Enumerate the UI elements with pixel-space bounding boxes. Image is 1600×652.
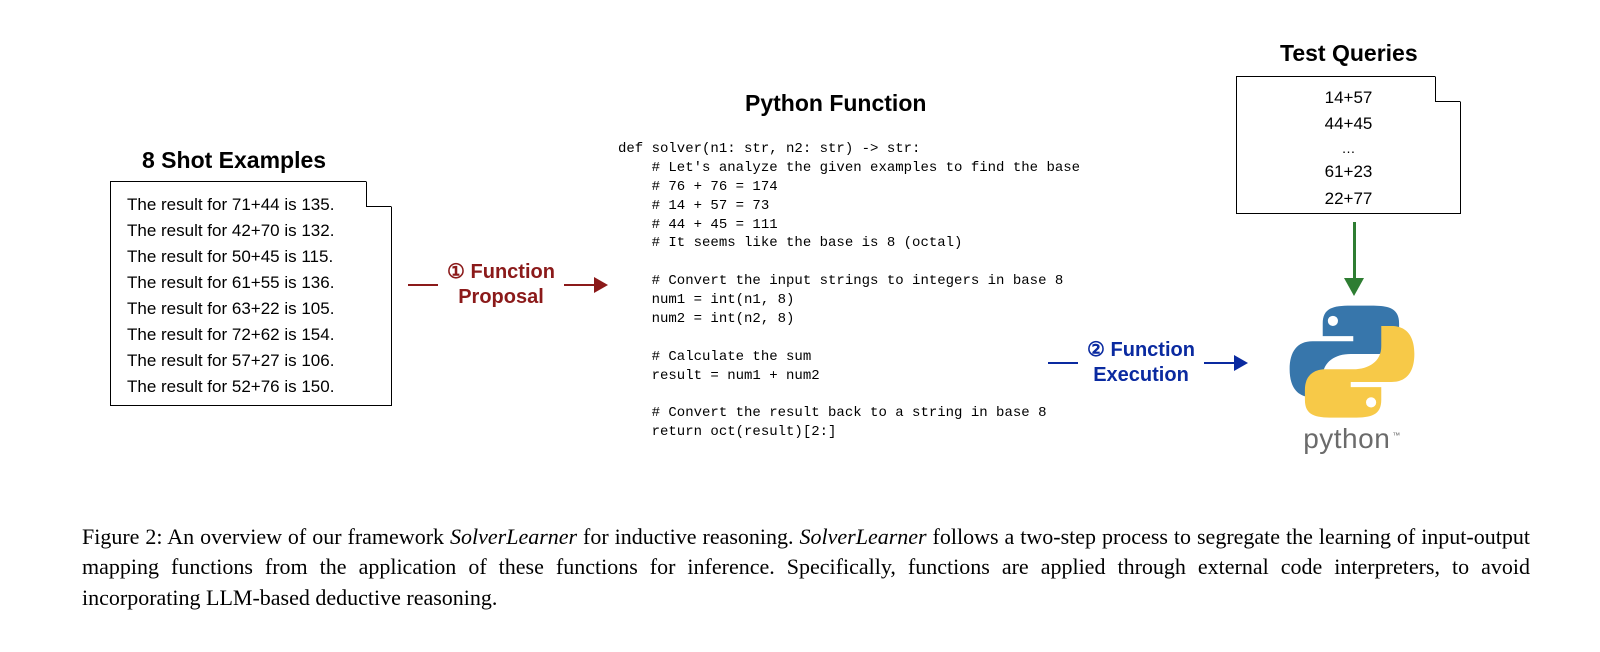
title-python-function: Python Function: [745, 90, 926, 117]
python-logo: python™: [1282, 298, 1422, 455]
paper-fold-icon: [1435, 76, 1461, 102]
shot-line: The result for 63+22 is 105.: [127, 296, 375, 322]
code-line: # Calculate the sum: [618, 349, 811, 365]
tq-line: 44+45: [1253, 111, 1444, 137]
arrow-down-icon: [1344, 222, 1364, 296]
code-line: # 76 + 76 = 174: [618, 179, 778, 195]
code-line: # 44 + 45 = 111: [618, 217, 778, 233]
title-test-queries: Test Queries: [1280, 40, 1418, 67]
shot-line: The result for 61+55 is 136.: [127, 270, 375, 296]
code-line: # 14 + 57 = 73: [618, 198, 769, 214]
tq-line: 14+57: [1253, 85, 1444, 111]
arrow-func-prop-l1: Function: [471, 261, 555, 283]
code-line: num1 = int(n1, 8): [618, 292, 794, 308]
arrow-func-prop-num: ①: [447, 261, 465, 283]
code-line: # It seems like the base is 8 (octal): [618, 235, 962, 251]
tq-line: 22+77: [1253, 186, 1444, 212]
code-line: # Convert the input strings to integers …: [618, 273, 1063, 289]
shot-line: The result for 42+70 is 132.: [127, 218, 375, 244]
code-line: # Let's analyze the given examples to fi…: [618, 160, 1080, 176]
figure-canvas: 8 Shot Examples Python Function Test Que…: [0, 0, 1600, 652]
code-line: def solver(n1: str, n2: str) -> str:: [618, 141, 920, 157]
arrow-function-proposal: ① Function Proposal: [408, 260, 608, 310]
code-line: return oct(result)[2:]: [618, 424, 836, 440]
arrow-func-prop-l2: Proposal: [458, 286, 544, 308]
arrow-function-execution: ② Function Execution: [1048, 338, 1248, 388]
shot-line: The result for 72+62 is 154.: [127, 322, 375, 348]
code-line: # Convert the result back to a string in…: [618, 405, 1046, 421]
shot-line: The result for 50+45 is 115.: [127, 244, 375, 270]
code-line: result = num1 + num2: [618, 368, 820, 384]
python-code-block: def solver(n1: str, n2: str) -> str: # L…: [618, 140, 1128, 442]
python-label: python: [1303, 423, 1390, 454]
caption-text: An overview of our framework: [167, 524, 450, 549]
arrow-func-exec-l2: Execution: [1093, 364, 1189, 386]
title-8shot: 8 Shot Examples: [142, 147, 326, 174]
python-logo-icon: [1282, 298, 1422, 425]
python-tm: ™: [1392, 431, 1401, 440]
paper-fold-icon: [366, 181, 392, 207]
caption-text: for inductive reasoning.: [577, 524, 799, 549]
caption-em: SolverLearner: [450, 524, 577, 549]
tq-dots: …: [1253, 138, 1444, 160]
arrow-func-exec-num: ②: [1087, 339, 1105, 361]
shot-line: The result for 52+76 is 150.: [127, 374, 375, 400]
code-line: num2 = int(n2, 8): [618, 311, 794, 327]
caption-em: SolverLearner: [800, 524, 927, 549]
figure-number: Figure 2:: [82, 524, 163, 549]
shot-line: The result for 57+27 is 106.: [127, 348, 375, 374]
arrow-func-exec-l1: Function: [1111, 339, 1195, 361]
figure-caption: Figure 2: An overview of our framework S…: [82, 522, 1530, 613]
tq-line: 61+23: [1253, 159, 1444, 185]
shot-examples-card: The result for 71+44 is 135. The result …: [110, 181, 392, 406]
test-queries-card: 14+57 44+45 … 61+23 22+77: [1236, 76, 1461, 214]
shot-line: The result for 71+44 is 135.: [127, 192, 375, 218]
